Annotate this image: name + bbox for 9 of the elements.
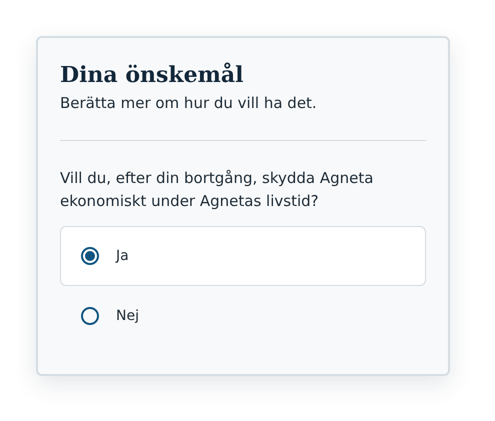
- card-title: Dina önskemål: [60, 61, 245, 90]
- question-text: Vill du, efter din bortgång, skydda Agneta ekonomiskt under Agnetas livstid?: [60, 168, 374, 212]
- option-label: Nej: [116, 306, 139, 326]
- radio-option[interactable]: Ja: [60, 226, 426, 286]
- radio-button[interactable]: [81, 307, 99, 325]
- option-label: Ja: [116, 246, 129, 266]
- radio-button[interactable]: [81, 247, 99, 265]
- radio-option[interactable]: Nej: [60, 286, 426, 346]
- card-subtitle: Berätta mer om hur du vill ha det.: [60, 93, 318, 114]
